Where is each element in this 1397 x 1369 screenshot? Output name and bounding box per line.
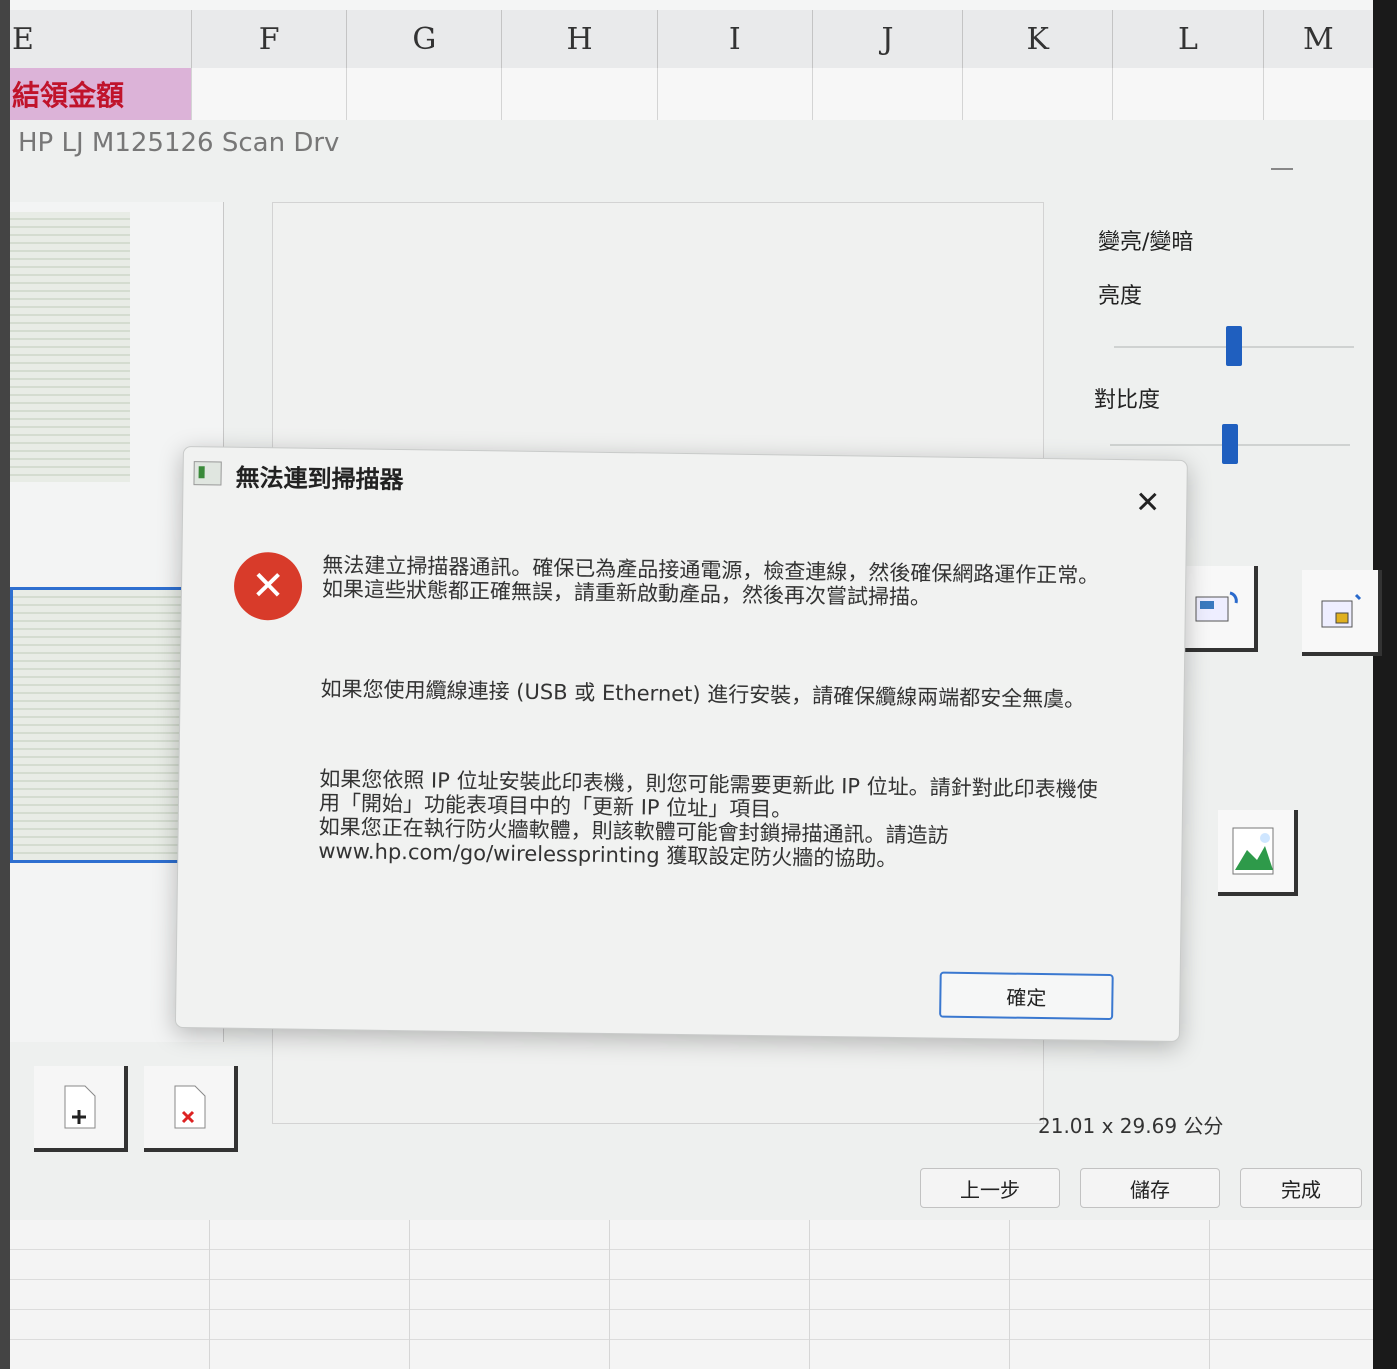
contrast-label: 對比度 [1094, 388, 1161, 413]
page-thumbnail-selected[interactable] [10, 587, 186, 863]
column-header-m[interactable]: M [1264, 10, 1373, 68]
back-button[interactable]: 上一步 [920, 1168, 1060, 1208]
finish-button[interactable]: 完成 [1240, 1168, 1362, 1208]
spreadsheet-cell[interactable] [657, 68, 813, 120]
dialog-message-cable: 如果您使用纜線連接 (USB 或 Ethernet) 進行安裝，請確保纜線兩端都… [320, 676, 1086, 712]
page-thumbnail[interactable] [10, 212, 130, 482]
add-page-icon [64, 1085, 96, 1129]
column-header-j[interactable]: J [813, 10, 964, 68]
error-dialog: 無法連到掃描器 ✕ ✕ 無法建立掃描器通訊。確保已為產品接通電源，檢查連線，然後… [174, 446, 1188, 1042]
spreadsheet-cell[interactable] [192, 68, 348, 120]
save-button[interactable]: 儲存 [1080, 1168, 1220, 1208]
rotate-page-button[interactable] [1178, 566, 1258, 652]
spreadsheet-column-header: E F G H I J K L M [10, 10, 1373, 69]
image-icon [1232, 827, 1274, 875]
spreadsheet-cell[interactable] [963, 68, 1114, 120]
dialog-message-network: 如果您依照 IP 位址安裝此印表機，則您可能需要更新此 IP 位址。請針對此印表… [318, 767, 1099, 874]
scan-window-title: HP LJ M125126 Scan Drv [18, 128, 340, 158]
delete-page-button[interactable] [144, 1066, 238, 1152]
spreadsheet-cell[interactable] [812, 68, 964, 120]
contrast-slider-thumb[interactable] [1222, 424, 1238, 464]
spreadsheet-cell[interactable] [1113, 68, 1264, 120]
scanner-app-icon [193, 461, 222, 486]
spreadsheet-grid[interactable] [10, 1220, 1373, 1369]
rotate-icon [1195, 591, 1238, 622]
close-icon[interactable]: ✕ [1135, 485, 1161, 520]
page-size-label: 21.01 x 29.69 公分 [1038, 1114, 1224, 1138]
add-page-button[interactable] [34, 1066, 128, 1152]
spreadsheet-cell[interactable] [1263, 68, 1374, 120]
spreadsheet-cell-pink[interactable]: 結領金額 [10, 68, 193, 120]
crop-page-button[interactable] [1302, 570, 1382, 656]
spreadsheet-cell[interactable] [347, 68, 503, 120]
column-header-l[interactable]: L [1113, 10, 1264, 68]
column-header-f[interactable]: F [192, 10, 348, 68]
photo-frame-right [1373, 0, 1397, 1369]
brightness-group-label: 變亮/變暗 [1098, 230, 1194, 255]
delete-page-icon [174, 1085, 206, 1129]
column-header-g[interactable]: G [347, 10, 503, 68]
brightness-label: 亮度 [1098, 284, 1143, 309]
brightness-slider-thumb[interactable] [1226, 326, 1242, 366]
dialog-message-firewall: 如果您正在執行防火牆軟體，則該軟體可能會封鎖掃描通訊。請造訪 www.hp.co… [318, 814, 949, 872]
dialog-message-connection: 無法建立掃描器通訊。確保已為產品接通電源，檢查連線，然後確保網路運作正常。如果這… [321, 552, 1100, 610]
column-header-k[interactable]: K [963, 10, 1114, 68]
photo-frame-left [0, 0, 10, 1369]
column-header-h[interactable]: H [502, 10, 658, 68]
spreadsheet-row: 結領金額 [10, 68, 1374, 121]
column-header-i[interactable]: I [658, 10, 813, 68]
crop-icon [1321, 593, 1362, 628]
spreadsheet-cell[interactable] [502, 68, 658, 120]
ok-button[interactable]: 確定 [939, 971, 1114, 1021]
dialog-title: 無法連到掃描器 [235, 463, 404, 495]
error-icon: ✕ [233, 551, 303, 621]
image-settings-button[interactable] [1218, 810, 1298, 896]
minimize-button[interactable] [1271, 168, 1293, 170]
column-header-e[interactable]: E [10, 10, 193, 68]
